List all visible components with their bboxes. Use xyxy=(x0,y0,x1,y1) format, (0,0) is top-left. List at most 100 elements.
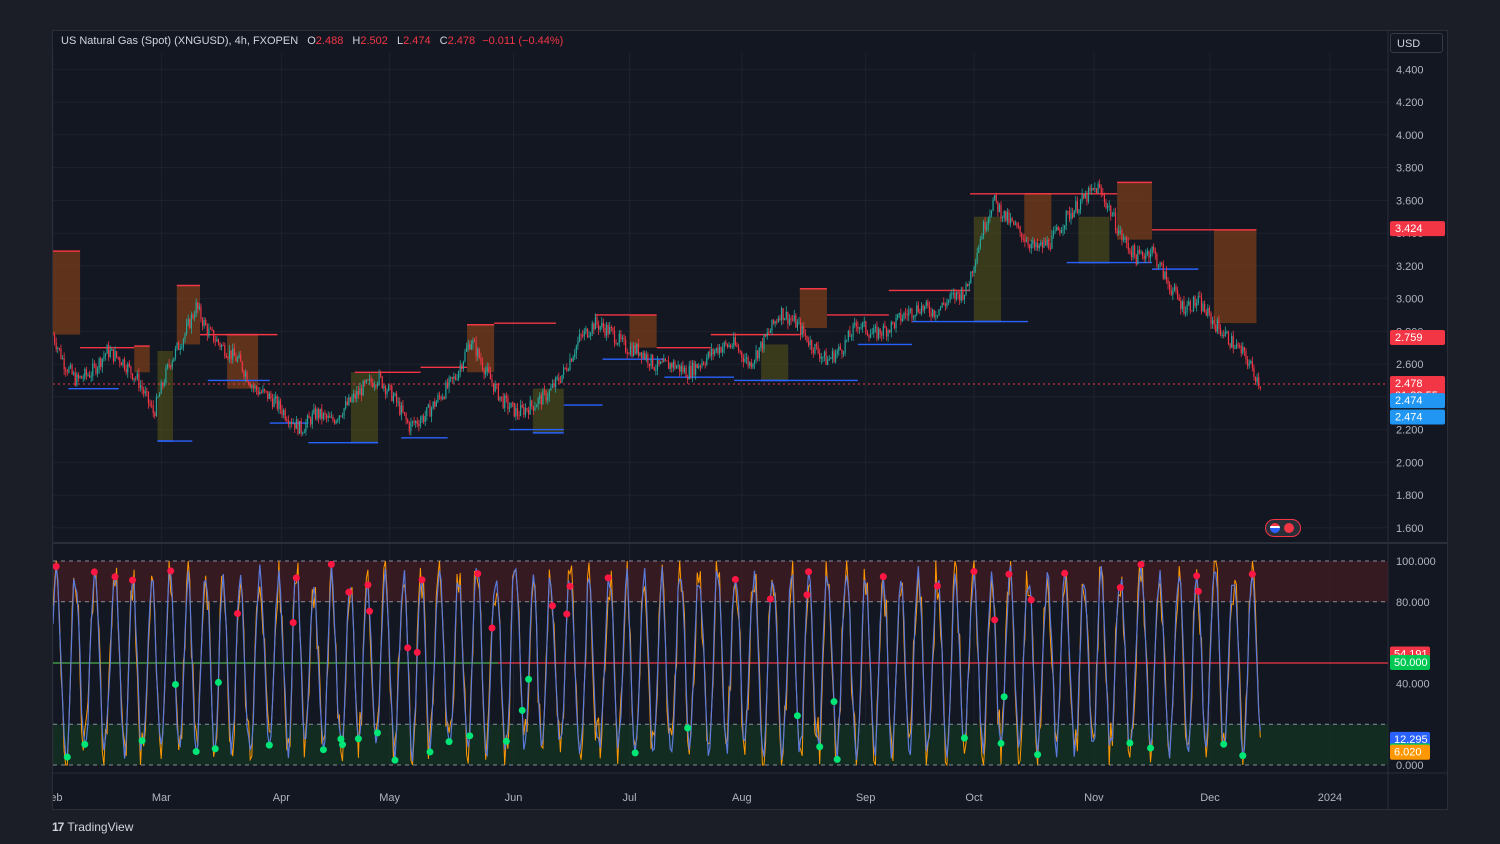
low-value: 2.474 xyxy=(403,35,431,47)
candle xyxy=(224,342,226,359)
candle-body xyxy=(718,347,721,354)
symbol-title[interactable]: US Natural Gas (Spot) (XNGUSD), 4h, FXOP… xyxy=(61,35,298,47)
currency-button[interactable]: USD xyxy=(1390,33,1443,53)
candle xyxy=(854,317,856,329)
candle xyxy=(324,410,326,420)
candle-body xyxy=(116,351,118,358)
candle xyxy=(1202,301,1204,312)
candle xyxy=(884,320,886,329)
candle xyxy=(74,367,76,387)
candle-body xyxy=(438,395,441,397)
candle xyxy=(287,415,290,428)
candle-body xyxy=(984,221,986,230)
candle xyxy=(219,341,221,351)
candle-body xyxy=(1081,193,1083,201)
candle-body xyxy=(473,340,476,342)
candle xyxy=(1078,208,1080,216)
candle-body xyxy=(787,311,789,324)
candle-body xyxy=(330,417,332,418)
candle xyxy=(1189,299,1191,314)
candle xyxy=(930,307,932,322)
candle xyxy=(429,399,431,417)
candle-body xyxy=(1030,243,1032,249)
oversold-dot xyxy=(426,748,434,756)
candle-body xyxy=(458,371,460,380)
candle-body xyxy=(273,398,275,407)
candle xyxy=(674,359,676,371)
overbought-dot xyxy=(731,575,739,583)
candle xyxy=(963,294,966,304)
candle xyxy=(1149,248,1152,263)
chart-canvas[interactable]: 4.4004.2004.0003.8003.6003.4003.2003.000… xyxy=(53,31,1448,810)
candle-body xyxy=(693,362,695,375)
candle xyxy=(1029,243,1031,253)
candle-body xyxy=(1130,251,1133,258)
candle-body xyxy=(827,359,829,365)
candle xyxy=(1259,386,1261,391)
candle-body xyxy=(302,432,304,434)
candle xyxy=(1204,300,1206,313)
candle xyxy=(936,314,939,319)
tradingview-brand[interactable]: 17 TradingView xyxy=(52,820,133,834)
candle-body xyxy=(152,405,154,414)
candle xyxy=(103,351,105,362)
candle-body xyxy=(405,414,407,420)
candle xyxy=(1067,210,1069,216)
candle xyxy=(900,308,902,326)
candle xyxy=(139,380,142,392)
candle-body xyxy=(87,374,89,376)
candle-body xyxy=(246,372,248,382)
candle-body xyxy=(981,237,983,240)
candle xyxy=(443,395,445,400)
candle xyxy=(904,308,907,320)
candle-body xyxy=(609,327,611,334)
candle-body xyxy=(944,304,946,307)
candle xyxy=(448,375,450,394)
candle xyxy=(1076,196,1078,214)
candle xyxy=(575,344,577,360)
candle-body xyxy=(734,337,736,345)
candle xyxy=(885,326,888,341)
chart-frame[interactable]: 4.4004.2004.0003.8003.6003.4003.2003.000… xyxy=(52,30,1448,810)
candle-body xyxy=(201,319,204,326)
candle-body xyxy=(1000,204,1002,219)
candle-body xyxy=(162,382,164,386)
candle xyxy=(795,313,797,328)
candle-body xyxy=(952,292,954,295)
candle-body xyxy=(712,348,714,355)
candle xyxy=(1008,209,1010,226)
candle xyxy=(1084,190,1086,199)
overbought-dot xyxy=(970,568,978,576)
candle-body xyxy=(800,321,802,336)
candle-body xyxy=(516,407,519,416)
oversold-dot xyxy=(518,706,526,714)
candle-body xyxy=(640,352,643,359)
candle xyxy=(558,372,560,384)
us-flag-events-icon[interactable] xyxy=(1265,519,1301,537)
oversold-dot xyxy=(81,740,89,748)
candle xyxy=(602,318,604,333)
candle xyxy=(779,314,781,322)
price-badge: 2.474 xyxy=(1390,393,1445,409)
candle xyxy=(221,343,223,351)
candle-body xyxy=(1035,242,1037,248)
candle xyxy=(510,402,512,408)
candle-body xyxy=(141,385,143,390)
candle xyxy=(300,417,302,437)
candle-body xyxy=(957,291,959,295)
candle xyxy=(416,417,418,428)
candle-body xyxy=(400,405,402,415)
candle-body xyxy=(1127,242,1129,250)
candle xyxy=(483,367,485,380)
candle-body xyxy=(131,373,134,380)
candle xyxy=(1030,239,1032,254)
candle xyxy=(971,270,973,278)
candle-body xyxy=(1176,290,1179,298)
candle-body xyxy=(206,325,208,336)
candle-body xyxy=(106,345,108,354)
candle-body xyxy=(337,419,339,421)
candle-body xyxy=(757,350,759,359)
candle-body xyxy=(766,332,768,337)
candle-body xyxy=(507,397,509,409)
candle-body xyxy=(230,350,232,360)
